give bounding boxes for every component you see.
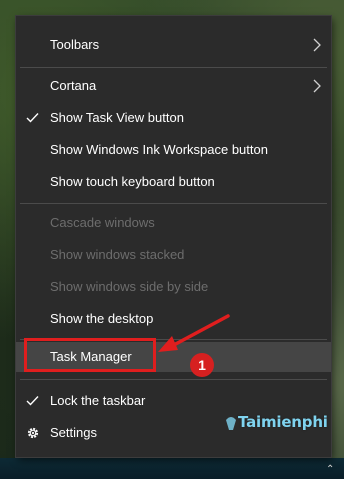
menu-item-cortana[interactable]: Cortana xyxy=(16,71,331,101)
menu-item-label: Show the desktop xyxy=(50,311,154,326)
menu-item-show-windows-stacked: Show windows stacked xyxy=(16,240,331,270)
menu-item-lock-the-taskbar[interactable]: Lock the taskbar xyxy=(16,386,331,416)
chevron-up-icon[interactable]: ⌃ xyxy=(326,465,336,475)
menu-item-cascade-windows: Cascade windows xyxy=(16,208,331,238)
checkmark-icon xyxy=(26,113,39,123)
menu-separator xyxy=(20,67,327,68)
menu-separator xyxy=(20,203,327,204)
menu-item-show-task-view-button[interactable]: Show Task View button xyxy=(16,103,331,133)
menu-item-label: Show windows stacked xyxy=(50,247,185,262)
step-number-badge: 1 xyxy=(190,353,214,377)
annotation-highlight-box xyxy=(24,338,156,372)
checkmark-icon xyxy=(26,396,39,406)
menu-item-show-touch-keyboard-button[interactable]: Show touch keyboard button xyxy=(16,167,331,197)
menu-item-show-windows-ink-workspace-button[interactable]: Show Windows Ink Workspace button xyxy=(16,135,331,165)
taskbar[interactable]: ⌃ xyxy=(0,458,344,479)
chevron-right-icon xyxy=(313,38,321,52)
chevron-right-icon xyxy=(313,79,321,93)
menu-item-label: Lock the taskbar xyxy=(50,393,146,408)
menu-item-toolbars[interactable]: Toolbars xyxy=(16,30,331,60)
watermark-logo-icon xyxy=(226,417,236,430)
menu-item-label: Show touch keyboard button xyxy=(50,174,215,189)
menu-item-label: Show windows side by side xyxy=(50,279,209,294)
menu-item-label: Settings xyxy=(50,425,97,440)
menu-item-label: Show Windows Ink Workspace button xyxy=(50,142,268,157)
menu-item-show-windows-side-by-side: Show windows side by side xyxy=(16,272,331,302)
taskbar-context-menu: Toolbars Cortana Show Task View button S… xyxy=(16,16,331,457)
annotation-arrow xyxy=(158,314,230,352)
watermark-text: Taimienphi xyxy=(238,413,328,431)
gear-icon xyxy=(27,427,39,439)
menu-separator xyxy=(20,379,327,380)
menu-item-label: Toolbars xyxy=(50,37,100,52)
menu-item-label: Cortana xyxy=(50,78,97,93)
menu-item-label: Cascade windows xyxy=(50,215,155,230)
menu-item-label: Show Task View button xyxy=(50,110,184,125)
